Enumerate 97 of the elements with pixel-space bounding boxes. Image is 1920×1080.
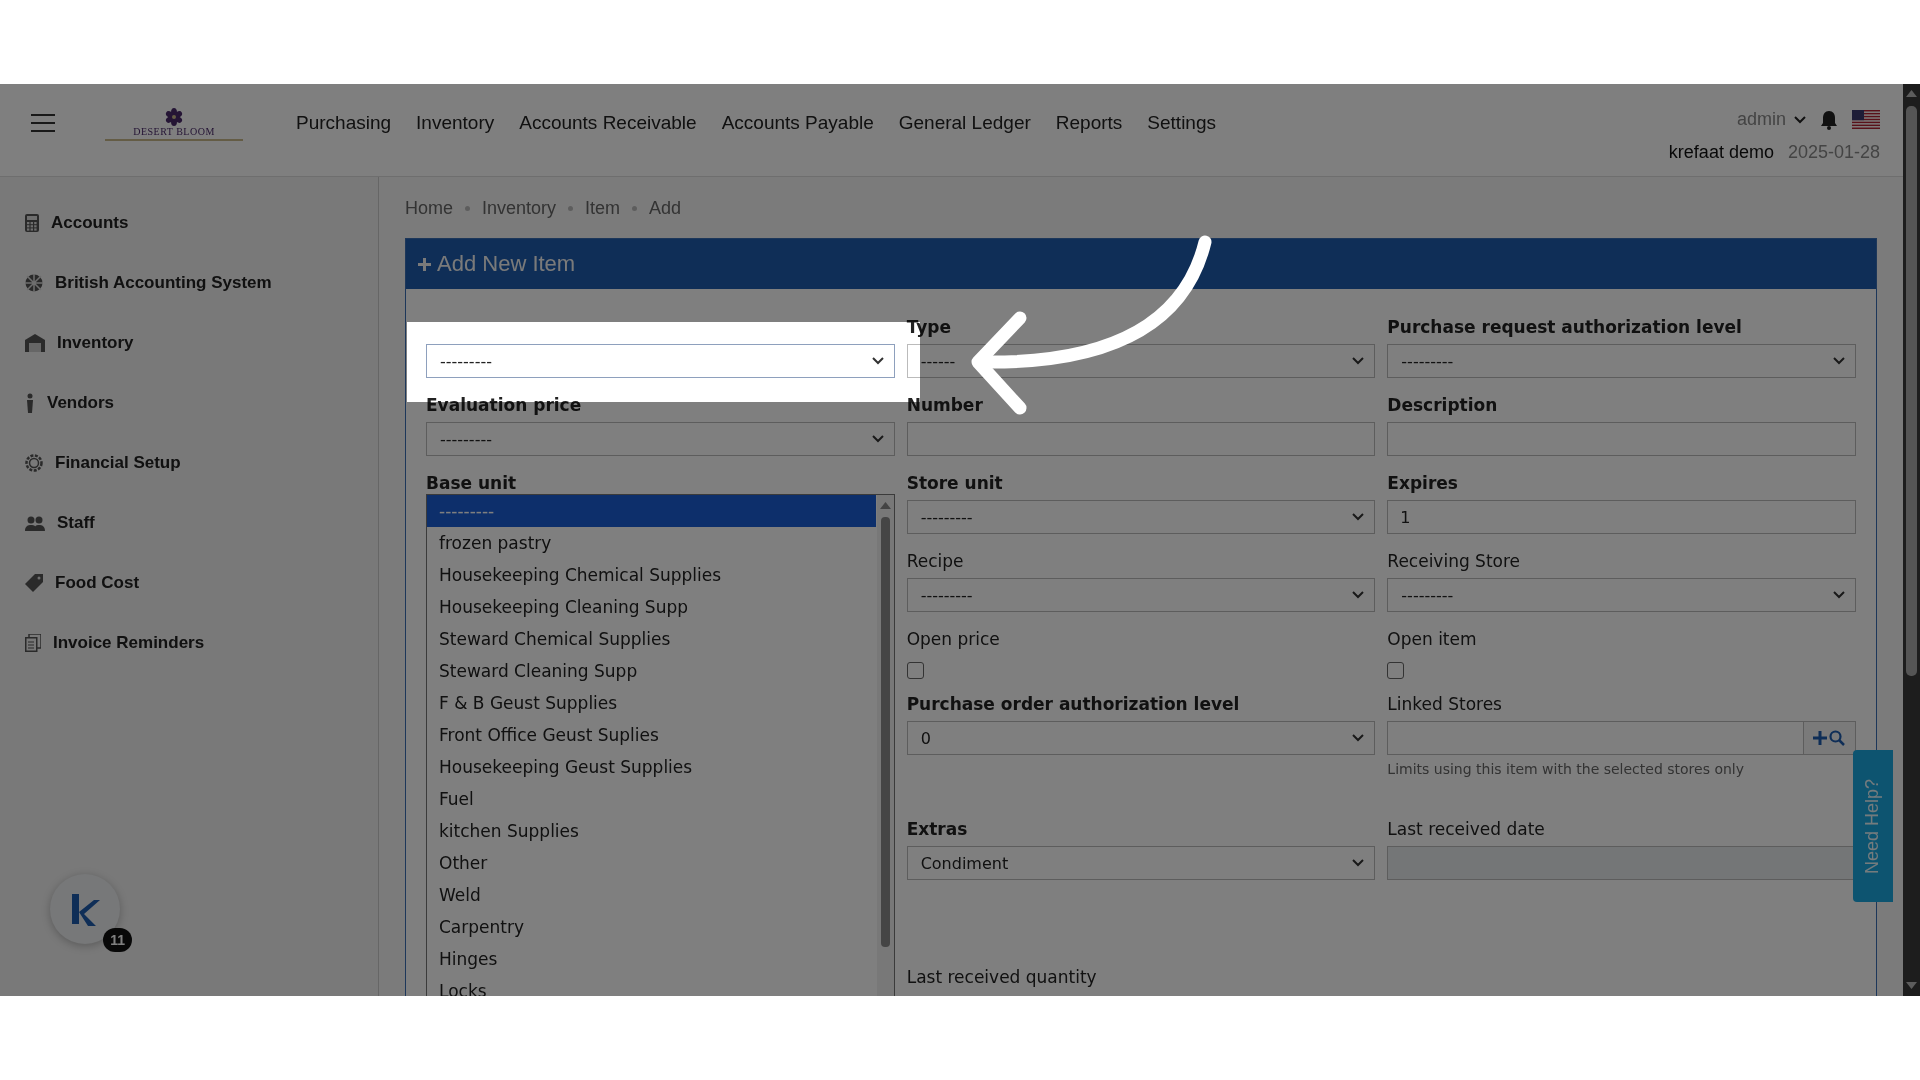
input-field[interactable] xyxy=(906,422,1376,456)
list-option[interactable]: Steward Cleaning Supp xyxy=(427,655,876,687)
list-option[interactable]: Hinges xyxy=(427,943,876,975)
list-option[interactable]: Steward Chemical Supplies xyxy=(427,623,876,655)
plus-icon xyxy=(418,257,431,271)
chevron-down-icon xyxy=(1833,591,1845,599)
plus-icon xyxy=(1813,731,1828,745)
hint-text: Limits using this item with the selected stores only xyxy=(1387,761,1745,777)
tag-icon xyxy=(25,574,43,592)
search-icon xyxy=(1829,730,1846,746)
date-text: 2025-01-28 xyxy=(1787,142,1880,163)
calculator-icon xyxy=(25,214,39,232)
field-label: Base unit xyxy=(426,473,518,495)
field-label: Purchase order authorization level xyxy=(906,694,1241,716)
sidebar-item[interactable]: Staff xyxy=(0,493,378,553)
input-field[interactable] xyxy=(1387,721,1804,755)
nav-link[interactable]: General Ledger xyxy=(898,112,1031,134)
sidebar-item[interactable]: Invoice Reminders xyxy=(0,613,378,673)
sidebar-item[interactable]: British Accounting System xyxy=(0,253,378,313)
select-field[interactable]: Condiment xyxy=(906,846,1376,880)
checkbox[interactable] xyxy=(906,662,924,679)
list-option[interactable]: Front Office Geust Suplies xyxy=(427,719,876,751)
list-option[interactable]: frozen pastry xyxy=(427,527,876,559)
list-option[interactable]: Weld xyxy=(427,879,876,911)
list-option[interactable]: Housekeeping Geust Supplies xyxy=(427,751,876,783)
breadcrumb-link[interactable]: Inventory xyxy=(482,197,557,219)
person-icon xyxy=(25,393,35,413)
select-field[interactable]: --------- xyxy=(906,500,1376,534)
users-icon xyxy=(25,515,45,531)
field-label: Open price xyxy=(906,629,1001,651)
sidebar-item[interactable]: Accounts xyxy=(0,193,378,253)
field-label: Recipe xyxy=(906,551,965,573)
select-field[interactable]: --------- xyxy=(426,422,895,456)
chevron-down-icon xyxy=(1352,734,1365,742)
field-label: Linked Stores xyxy=(1387,694,1503,716)
field-label: Last received quantity xyxy=(906,967,1098,989)
breadcrumb-link[interactable]: Item xyxy=(585,197,621,219)
documents-icon xyxy=(25,634,41,652)
sidebar-item[interactable]: Financial Setup xyxy=(0,433,378,493)
input-field[interactable] xyxy=(1387,422,1856,456)
bell-icon[interactable] xyxy=(1820,109,1838,130)
chevron-down-icon xyxy=(1352,357,1365,365)
select-field[interactable]: --------- xyxy=(906,578,1376,612)
nav-link[interactable]: Purchasing xyxy=(296,112,392,134)
field-label: Extras xyxy=(906,819,969,841)
nav-link[interactable]: Settings xyxy=(1147,112,1216,134)
list-option[interactable]: Other xyxy=(427,847,876,879)
field-label: Receiving Store xyxy=(1387,551,1522,573)
chevron-down-icon xyxy=(1794,115,1806,124)
k-logo-icon xyxy=(70,892,100,926)
list-option[interactable]: --------- xyxy=(427,495,876,527)
breadcrumb-link[interactable]: Home xyxy=(405,197,453,219)
user-menu[interactable]: admin xyxy=(1736,109,1806,130)
field-label: Purchase request authorization level xyxy=(1387,317,1743,339)
scrollbar[interactable] xyxy=(1903,84,1920,996)
field-label: Last received date xyxy=(1387,819,1546,841)
list-option[interactable]: Housekeeping Chemical Supplies xyxy=(427,559,876,591)
account-name: krefaat demo xyxy=(1668,142,1774,163)
scrollbar[interactable] xyxy=(876,495,894,996)
field-label: Description xyxy=(1387,395,1499,417)
breadcrumb-link[interactable]: Add xyxy=(649,197,682,219)
field-label: Open item xyxy=(1387,629,1478,651)
chevron-down-icon xyxy=(1352,591,1365,599)
chevron-down-icon xyxy=(871,435,884,443)
chevron-down-icon xyxy=(1352,513,1365,521)
count-badge: 11 xyxy=(103,928,132,952)
input-field[interactable]: 1 xyxy=(1387,500,1856,534)
select-field[interactable]: --------- xyxy=(426,344,895,378)
chevron-down-icon xyxy=(1833,357,1845,365)
checkbox[interactable] xyxy=(1387,662,1405,679)
us-flag-icon[interactable] xyxy=(1852,110,1880,129)
flag-icon xyxy=(25,274,43,292)
select-field[interactable]: --------- xyxy=(1387,344,1856,378)
list-option[interactable]: Fuel xyxy=(427,783,876,815)
list-option[interactable]: kitchen Supplies xyxy=(427,815,876,847)
add-search-button[interactable] xyxy=(1804,721,1856,755)
nav-link[interactable]: Inventory xyxy=(416,112,495,134)
warehouse-icon xyxy=(25,334,45,352)
gear-icon xyxy=(25,454,43,472)
sidebar-item[interactable]: Inventory xyxy=(0,313,378,373)
chevron-down-icon xyxy=(1352,859,1365,867)
list-option[interactable]: F & B Geust Supplies xyxy=(427,687,876,719)
select-field[interactable]: 0 xyxy=(906,721,1376,755)
sidebar-item[interactable]: Vendors xyxy=(0,373,378,433)
nav-link[interactable]: Reports xyxy=(1055,112,1123,134)
menu-icon[interactable] xyxy=(31,113,55,133)
list-option[interactable]: Carpentry xyxy=(427,911,876,943)
sidebar-item[interactable]: Food Cost xyxy=(0,553,378,613)
chevron-down-icon xyxy=(871,357,884,365)
field-label: Number xyxy=(906,395,984,417)
nav-link[interactable]: Accounts Receivable xyxy=(519,112,697,134)
nav-link[interactable]: Accounts Payable xyxy=(721,112,874,134)
field-label: Store unit xyxy=(906,473,1004,495)
select-field[interactable]: --------- xyxy=(1387,578,1856,612)
field-label: Expires xyxy=(1387,473,1459,495)
panel-title: Add New Item xyxy=(437,251,576,277)
list-option[interactable]: Housekeeping Cleaning Supp xyxy=(427,591,876,623)
